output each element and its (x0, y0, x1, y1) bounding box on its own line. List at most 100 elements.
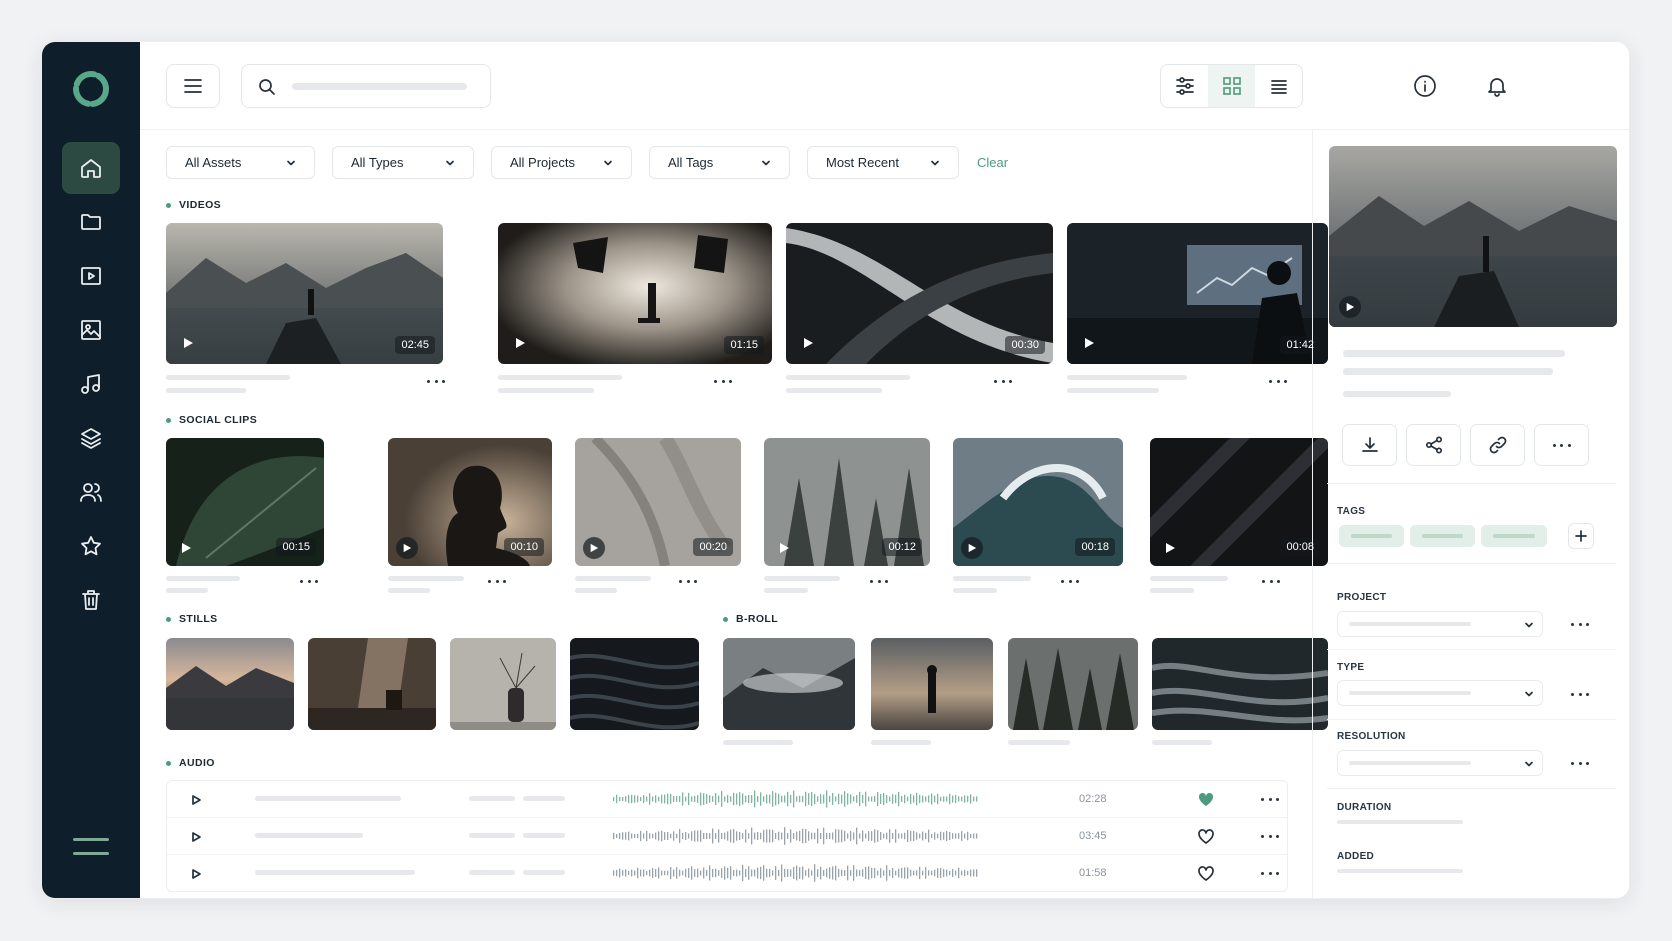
social-clip-thumbnail[interactable]: 00:20 (575, 438, 741, 566)
sidebar-item-images[interactable] (62, 304, 120, 356)
play-icon[interactable] (514, 337, 526, 349)
video-thumbnail[interactable]: 00:30 (786, 223, 1053, 364)
b-roll-thumbnail[interactable] (871, 638, 993, 730)
tag-chip[interactable] (1481, 525, 1547, 547)
list-view-button[interactable] (1255, 65, 1302, 107)
search-input[interactable] (241, 64, 491, 108)
duration-badge: 02:45 (395, 336, 435, 354)
video-thumbnail[interactable]: 02:45 (166, 223, 443, 364)
play-icon[interactable] (802, 337, 814, 349)
more-options-button[interactable] (1261, 796, 1279, 802)
more-options-button[interactable] (1269, 378, 1287, 384)
waveform-bar (619, 796, 621, 802)
share-button[interactable] (1406, 424, 1461, 466)
waveform-bar (760, 792, 762, 806)
sidebar-collapse-handle[interactable] (73, 852, 109, 855)
waveform[interactable] (613, 861, 983, 885)
waveform-bar (862, 795, 864, 803)
tag-chip[interactable] (1339, 525, 1404, 547)
social-clip-thumbnail[interactable]: 00:08 (1150, 438, 1328, 566)
waveform-bar (928, 795, 930, 803)
more-options-button[interactable] (1262, 578, 1280, 584)
audio-track-row[interactable]: 03:45 (167, 818, 1287, 855)
sort-dropdown[interactable]: Most Recent (807, 146, 959, 179)
sidebar-item-music[interactable] (62, 358, 120, 410)
sidebar-collapse-handle[interactable] (73, 838, 109, 841)
sidebar-item-folders[interactable] (62, 196, 120, 248)
b-roll-thumbnail[interactable] (1008, 638, 1138, 730)
heart-icon[interactable] (1198, 829, 1214, 844)
waveform[interactable] (613, 824, 983, 848)
filter-types-dropdown[interactable]: All Types (332, 146, 474, 179)
clear-filters-link[interactable]: Clear (977, 155, 1008, 170)
play-icon[interactable] (1164, 542, 1176, 554)
more-options-button[interactable] (427, 378, 445, 384)
play-icon[interactable] (189, 867, 203, 881)
play-icon[interactable] (180, 542, 192, 554)
play-icon[interactable] (189, 793, 203, 807)
add-tag-button[interactable] (1568, 523, 1594, 549)
waveform[interactable] (613, 787, 983, 811)
play-button[interactable] (396, 537, 418, 559)
filter-settings-button[interactable] (1161, 65, 1208, 107)
play-button[interactable] (961, 537, 983, 559)
play-icon[interactable] (189, 830, 203, 844)
more-options-button[interactable] (1571, 691, 1589, 697)
play-icon[interactable] (1083, 337, 1095, 349)
more-options-button[interactable] (870, 578, 888, 584)
more-options-button[interactable] (1261, 833, 1279, 839)
audio-track-row[interactable]: 02:28 (167, 781, 1287, 818)
heart-icon[interactable] (1198, 866, 1214, 881)
more-options-button[interactable] (679, 578, 697, 584)
filter-assets-dropdown[interactable]: All Assets (166, 146, 315, 179)
video-thumbnail[interactable]: 01:15 (498, 223, 772, 364)
more-options-button[interactable] (300, 578, 318, 584)
more-options-button[interactable] (994, 378, 1012, 384)
copy-link-button[interactable] (1470, 424, 1525, 466)
filter-projects-dropdown[interactable]: All Projects (491, 146, 632, 179)
type-select[interactable] (1337, 680, 1543, 706)
b-roll-thumbnail[interactable] (1152, 638, 1328, 730)
info-icon (1414, 75, 1436, 97)
more-options-button[interactable] (714, 378, 732, 384)
still-thumbnail[interactable] (570, 638, 699, 730)
info-button[interactable] (1412, 73, 1438, 99)
play-icon[interactable] (182, 337, 194, 349)
social-clip-thumbnail[interactable]: 00:12 (764, 438, 930, 566)
more-options-button[interactable] (1571, 621, 1589, 627)
menu-button[interactable] (166, 64, 220, 108)
grid-view-button[interactable] (1208, 65, 1255, 107)
more-options-button[interactable] (1261, 870, 1279, 876)
social-clip-thumbnail[interactable]: 00:18 (953, 438, 1123, 566)
project-select[interactable] (1337, 611, 1543, 637)
more-options-button[interactable] (1571, 760, 1589, 766)
still-thumbnail[interactable] (166, 638, 294, 730)
video-thumbnail[interactable]: 01:42 (1067, 223, 1328, 364)
more-actions-button[interactable] (1534, 424, 1589, 466)
filter-tags-dropdown[interactable]: All Tags (649, 146, 790, 179)
sidebar-item-users[interactable] (62, 466, 120, 518)
tag-chip[interactable] (1410, 525, 1475, 547)
play-button[interactable] (583, 537, 605, 559)
sidebar-item-trash[interactable] (62, 574, 120, 626)
sidebar-item-layers[interactable] (62, 412, 120, 464)
social-clip-thumbnail[interactable]: 00:15 (166, 438, 324, 566)
sidebar-item-favorites[interactable] (62, 520, 120, 572)
play-icon[interactable] (778, 542, 790, 554)
social-clip-thumbnail[interactable]: 00:10 (388, 438, 552, 566)
sidebar-item-home[interactable] (62, 142, 120, 194)
sidebar-item-videos[interactable] (62, 250, 120, 302)
sidebar (42, 42, 140, 898)
still-thumbnail[interactable] (308, 638, 436, 730)
still-thumbnail[interactable] (450, 638, 556, 730)
play-button[interactable] (1339, 296, 1361, 318)
more-options-button[interactable] (488, 578, 506, 584)
resolution-select[interactable] (1337, 750, 1543, 776)
preview-thumbnail[interactable] (1329, 146, 1617, 327)
download-button[interactable] (1342, 424, 1397, 466)
b-roll-thumbnail[interactable] (723, 638, 855, 730)
audio-track-row[interactable]: 01:58 (167, 855, 1287, 892)
more-options-button[interactable] (1061, 578, 1079, 584)
notifications-button[interactable] (1484, 73, 1510, 99)
heart-filled-icon[interactable] (1198, 792, 1214, 807)
